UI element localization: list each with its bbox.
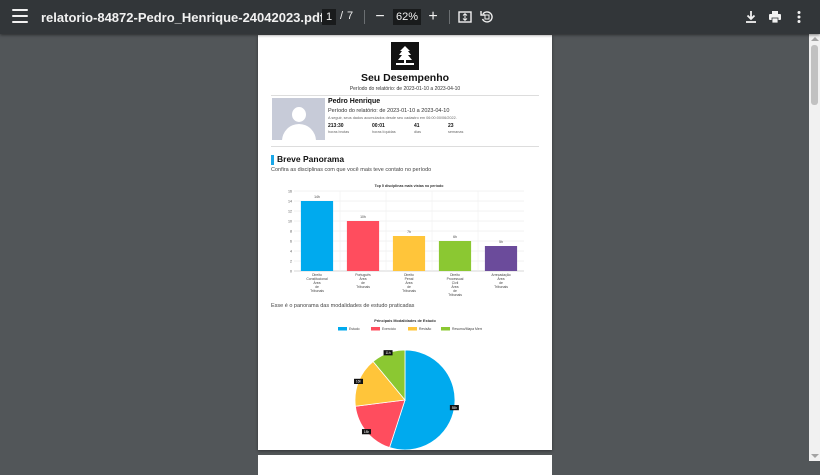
y-tick-label: 2 (290, 259, 292, 263)
scroll-down-icon[interactable] (811, 454, 819, 458)
stat-weeks: 23 semanas (448, 123, 464, 134)
pdf-page-next (258, 455, 552, 475)
pie-chart: Principais Modalidades de Estudo Estudo Ex… (338, 319, 482, 450)
bar-value-label: 5h (499, 240, 503, 244)
toolbar-divider (449, 10, 450, 24)
legend-label: Estudo (349, 327, 360, 331)
legend-swatch (441, 327, 450, 331)
page-number-input[interactable]: 1 (322, 9, 336, 25)
pie-value-label-text: 18h (364, 430, 370, 434)
bar (438, 241, 472, 271)
bar-value-label: 7h (407, 230, 411, 234)
divider (271, 146, 539, 147)
pdf-page: Seu Desempenho Período do relatório: de … (258, 35, 552, 450)
pie-value-label-text: 55h (452, 406, 458, 410)
student-note: A seguir, seus dados acumulados desde se… (328, 116, 457, 120)
vertical-scrollbar[interactable] (809, 34, 820, 461)
y-tick-label: 12 (288, 209, 292, 213)
section-title-panorama: Breve Panorama (277, 154, 345, 164)
scroll-up-icon[interactable] (811, 37, 819, 41)
x-tick-label: Arrecadação Área de Tribunais (491, 273, 510, 289)
x-tick-label: Direito Processual Civil Área de Tribunais (447, 273, 464, 297)
y-tick-label: 8 (290, 229, 292, 233)
y-tick-label: 16 (288, 189, 292, 193)
bar-value-label: 6h (453, 235, 457, 239)
pie-value-label: 11h (383, 350, 393, 356)
download-icon[interactable] (740, 6, 762, 28)
student-name: Pedro Henrique (328, 98, 381, 105)
zoom-in-button[interactable]: + (422, 6, 444, 28)
report-title: Seu Desempenho (360, 72, 450, 84)
pdf-toolbar: relatorio-84872-Pedro_Henrique-24042023.… (0, 0, 820, 34)
legend-label: Resumo/Mapa Mental (452, 327, 482, 331)
scroll-thumb[interactable] (811, 45, 818, 105)
bar (346, 221, 380, 271)
y-tick-label: 14 (288, 199, 292, 203)
legend-swatch (338, 327, 347, 331)
section-subtitle-disciplines: Confira as disciplinas com que você mais… (271, 167, 432, 173)
y-tick-label: 4 (290, 249, 292, 253)
fit-page-icon[interactable] (454, 6, 476, 28)
chart-title: Principais Modalidades de Estudo (374, 319, 436, 323)
total-pages: 7 (347, 10, 354, 22)
stat-days: 41 dias (414, 123, 421, 134)
legend-swatch (371, 327, 380, 331)
pie-value-label-text: 11h (386, 351, 391, 355)
legend-label: Exercício (382, 327, 396, 331)
more-vert-icon[interactable] (788, 6, 810, 28)
toolbar-divider (364, 10, 365, 24)
page-separator: / (340, 10, 344, 22)
x-tick-label: Direito Constitucional Área de Tribunais (306, 273, 328, 293)
stat-gross-hours: 213:30 horas brutas (328, 123, 350, 134)
zoom-level-input[interactable]: 62% (393, 9, 421, 25)
chart-title: Top 5 disciplinas mais vistas no período (375, 184, 445, 188)
bar-value-label: 10h (360, 215, 366, 219)
rotate-icon[interactable] (476, 6, 498, 28)
y-tick-label: 0 (290, 269, 292, 273)
bar (484, 246, 518, 271)
bar-value-label: 14h (314, 195, 320, 199)
institution-logo (391, 42, 419, 70)
legend-label: Revisão (419, 327, 431, 331)
bar (300, 201, 334, 271)
bar-chart: Top 5 disciplinas mais vistas no período… (288, 184, 524, 297)
x-tick-label: Direito Penal Área de Tribunais (402, 273, 416, 293)
section-subtitle-modalities: Esse é o panorama das modalidades de est… (271, 303, 415, 309)
menu-icon[interactable] (12, 9, 28, 25)
divider (271, 95, 539, 96)
print-icon[interactable] (764, 6, 786, 28)
section-accent (271, 155, 274, 165)
y-tick-label: 10 (288, 219, 292, 223)
zoom-out-button[interactable]: − (369, 6, 391, 28)
x-tick-label: Português Área de Tribunais (355, 273, 371, 289)
report-period: Período do relatório: de 2023-01-10 a 20… (349, 86, 461, 92)
legend-swatch (408, 327, 417, 331)
pie-value-label-text: 16h (356, 380, 362, 384)
bar (392, 236, 426, 271)
student-period: Período do relatório: de 2023-01-10 a 20… (328, 108, 450, 114)
y-tick-label: 6 (290, 239, 292, 243)
pie-value-label: 55h (449, 405, 459, 411)
avatar (272, 98, 325, 140)
pie-value-label: 16h (354, 378, 364, 384)
pie-value-label: 18h (361, 429, 371, 435)
file-title: relatorio-84872-Pedro_Henrique-24042023.… (41, 10, 325, 25)
stat-net-hours: 00:01 horas líquidas (372, 123, 396, 134)
